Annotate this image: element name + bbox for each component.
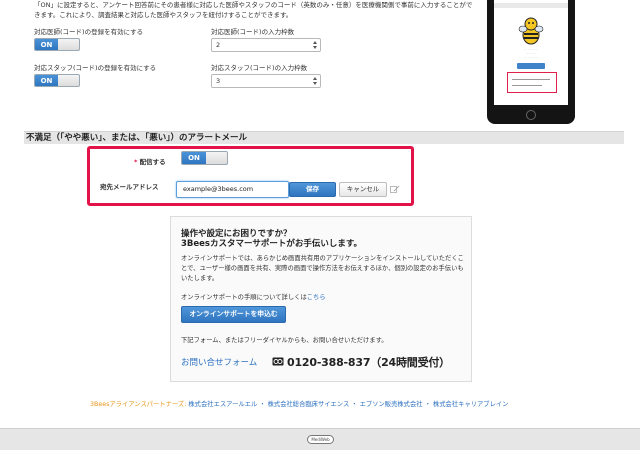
screen-text-lines: ··· ··· ··· ··· ··· ··· ··· ··· ··· ··· ··… (523, 47, 539, 59)
separator: ・ (424, 401, 431, 408)
staff-enable-label: 対応スタッフ(コード)の登録を有効にする (34, 64, 157, 72)
footer-logo[interactable]: MediWeb (307, 435, 334, 444)
staff-count-value: 3 (216, 77, 221, 85)
support-procedure: オンラインサポートの手順について詳しくはこちら (181, 292, 326, 301)
support-box: 操作や設定にお困りですか？ 3Beesカスタマーサポートがお手伝いします。 オン… (170, 216, 472, 382)
edit-icon[interactable] (390, 185, 400, 194)
partners-line: 3Beesアライアンスパートナーズ: 株式会社エスアールエル ・ 株式会社総合臨… (90, 399, 508, 408)
phone-number: 0120-388-837（24時間受付） (287, 356, 450, 369)
cancel-button[interactable]: キャンセル (339, 182, 387, 197)
support-note: 下記フォーム、またはフリーダイヤルからも、お問い合せいただけます。 (181, 337, 388, 344)
doctor-enable-toggle[interactable]: ON (34, 38, 80, 51)
screen-header-bar (494, 3, 568, 8)
toggle-on-label: ON (182, 152, 206, 164)
toggle-on-label: ON (35, 75, 58, 86)
partners-label: 3Beesアライアンスパートナーズ: (90, 401, 187, 408)
doctor-count-label: 対応医師(コード)の入力枠数 (211, 28, 295, 36)
send-toggle[interactable]: ON (181, 151, 228, 165)
alert-section-title: 不満足（「やや悪い」、または、「悪い」）のアラートメール (24, 131, 624, 144)
send-label: * 配信する (134, 156, 166, 166)
required-mark: * (134, 158, 138, 166)
tablet-screen: ··· ··· ··· ··· ··· ··· ··· ··· ··· ··· ··… (494, 0, 568, 105)
support-body: オンラインサポートでは、あらかじめ画面共有用のアプリケーションをインストールして… (181, 255, 464, 282)
support-subheading: 3Beesカスタマーサポートがお手伝いします。 (181, 239, 362, 249)
separator: ・ (259, 401, 266, 408)
send-label-text: 配信する (139, 158, 166, 166)
free-dial-icon (272, 357, 284, 366)
staff-count-label: 対応スタッフ(コード)の入力枠数 (211, 64, 308, 72)
doctor-enable-label: 対応医師(コード)の登録を有効にする (34, 28, 144, 36)
tablet-home-button (526, 110, 536, 120)
doctor-count-value: 2 (216, 41, 221, 49)
screen-highlight-box (507, 72, 557, 93)
email-label: 宛先メールアドレス (100, 183, 159, 191)
procedure-text: オンラインサポートの手順について詳しくは (181, 294, 307, 301)
doctor-count-input[interactable]: 2 (211, 38, 321, 52)
staff-enable-toggle[interactable]: ON (34, 74, 80, 87)
apply-online-support-button[interactable]: オンラインサポートを申込む (181, 306, 286, 323)
partner-link[interactable]: 株式会社総合臨床サイエンス (268, 401, 350, 408)
procedure-link[interactable]: こちら (307, 294, 326, 301)
partner-link[interactable]: 株式会社キャリアブレイン (433, 401, 509, 408)
email-field[interactable]: example@3bees.com (176, 181, 289, 198)
partner-link[interactable]: エプソン販売株式会社 (360, 401, 423, 408)
bee-mascot-icon (518, 17, 544, 45)
settings-description: 「ON」に設定すると、アンケート回答前にその患者様に対応した医師やスタッフのコー… (34, 1, 473, 19)
support-heading: 操作や設定にお困りですか？ (181, 229, 292, 239)
tablet-preview-image: ··· ··· ··· ··· ··· ··· ··· ··· ··· ··· ··… (487, 0, 575, 124)
spinner-icon[interactable] (312, 76, 318, 86)
save-button[interactable]: 保存 (289, 182, 336, 197)
spinner-icon[interactable] (312, 40, 318, 50)
partner-link[interactable]: 株式会社エスアールエル (188, 401, 257, 408)
toggle-on-label: ON (35, 39, 58, 50)
separator: ・ (351, 401, 358, 408)
staff-count-input[interactable]: 3 (211, 74, 321, 88)
contact-form-link[interactable]: お問い合せフォーム (181, 356, 257, 368)
screen-button (517, 63, 545, 69)
footer: MediWeb (0, 428, 640, 450)
